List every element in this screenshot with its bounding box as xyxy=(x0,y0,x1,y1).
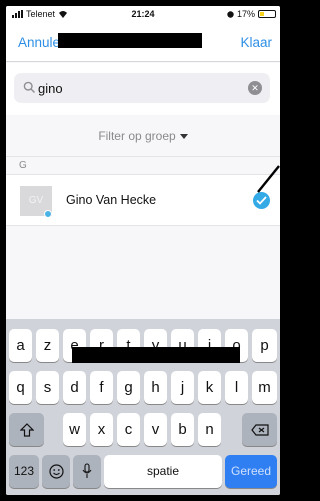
battery-percent: 17% xyxy=(236,9,255,19)
key-g[interactable]: g xyxy=(117,371,140,404)
moon-icon xyxy=(227,10,234,18)
search-area: ✕ xyxy=(6,63,280,115)
key-j[interactable]: j xyxy=(171,371,194,404)
key-l[interactable]: l xyxy=(225,371,248,404)
done-button[interactable]: Klaar xyxy=(240,35,272,50)
contact-row[interactable]: GV Gino Van Hecke xyxy=(6,174,280,226)
redaction-bar xyxy=(58,33,202,48)
key-b[interactable]: b xyxy=(171,413,194,446)
search-icon xyxy=(23,81,35,93)
key-c[interactable]: c xyxy=(117,413,140,446)
key-q[interactable]: q xyxy=(9,371,32,404)
key-m[interactable]: m xyxy=(252,371,277,404)
emoji-key[interactable] xyxy=(42,455,70,488)
done-key[interactable]: Gereed xyxy=(225,455,277,488)
selected-check-icon[interactable] xyxy=(253,192,270,209)
phone-screen: Telenet 21:24 17% Annuleer Nieuw bericht… xyxy=(6,6,280,495)
space-key[interactable]: spatie xyxy=(104,455,222,488)
shift-key[interactable] xyxy=(9,413,44,446)
key-f[interactable]: f xyxy=(90,371,113,404)
battery-icon xyxy=(258,10,276,18)
backspace-icon xyxy=(250,424,269,436)
key-z[interactable]: z xyxy=(36,329,59,362)
status-bar: Telenet 21:24 17% xyxy=(6,6,280,24)
key-s[interactable]: s xyxy=(36,371,59,404)
key-p[interactable]: p xyxy=(252,329,277,362)
backspace-key[interactable] xyxy=(242,413,277,446)
filter-label: Filter op groep xyxy=(98,129,176,143)
key-k[interactable]: k xyxy=(198,371,221,404)
key-x[interactable]: x xyxy=(90,413,113,446)
numbers-key[interactable]: 123 xyxy=(9,455,39,488)
annotation-line xyxy=(257,165,280,193)
search-bar[interactable]: ✕ xyxy=(14,73,270,103)
list-empty-area xyxy=(6,227,280,319)
section-header: G xyxy=(6,156,280,174)
app-badge-icon xyxy=(44,210,52,218)
key-d[interactable]: d xyxy=(63,371,86,404)
key-v[interactable]: v xyxy=(144,413,167,446)
contact-name: Gino Van Hecke xyxy=(66,193,157,207)
filter-by-group-button[interactable]: Filter op groep xyxy=(6,118,280,154)
microphone-icon xyxy=(82,463,92,478)
shift-icon xyxy=(19,423,34,437)
key-w[interactable]: w xyxy=(63,413,86,446)
status-right: 17% xyxy=(227,9,276,19)
caret-down-icon xyxy=(179,134,188,140)
key-n[interactable]: n xyxy=(198,413,221,446)
clear-search-icon[interactable]: ✕ xyxy=(248,81,262,95)
dictation-key[interactable] xyxy=(73,455,101,488)
key-a[interactable]: a xyxy=(9,329,32,362)
keyboard-redaction-bar xyxy=(72,347,240,363)
emoji-icon xyxy=(48,464,64,479)
search-input[interactable] xyxy=(38,78,238,98)
keyboard: a z e r t y u i o p q s d f g h j k l m … xyxy=(6,319,280,495)
key-h[interactable]: h xyxy=(144,371,167,404)
